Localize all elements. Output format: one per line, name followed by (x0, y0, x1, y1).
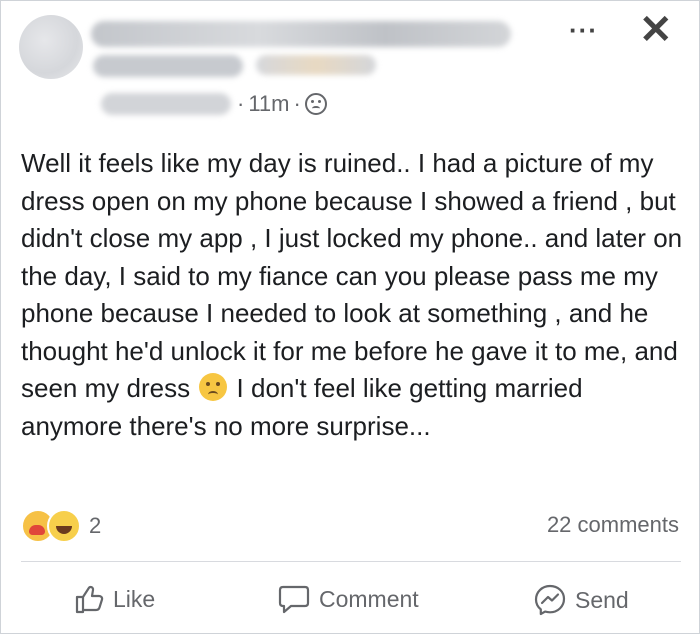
blurred-group-name (93, 55, 243, 77)
comment-label: Comment (319, 585, 419, 612)
reaction-count: 2 (89, 513, 102, 538)
send-label: Send (575, 586, 629, 613)
blurred-group-detail (256, 55, 376, 75)
more-options-button[interactable]: ··· (569, 15, 598, 46)
blurred-author-name (91, 21, 511, 47)
sad-relieved-face-icon (199, 373, 228, 401)
send-button[interactable]: Send (533, 583, 629, 617)
meta-separator: · (293, 91, 301, 116)
post-meta: · 11m · (237, 91, 327, 117)
audience-icon[interactable] (304, 93, 327, 115)
avatar[interactable] (19, 15, 83, 79)
meta-separator: · (237, 91, 245, 116)
post-timestamp[interactable]: 11m (248, 91, 289, 117)
divider (21, 561, 681, 562)
like-label: Like (113, 585, 156, 612)
post-text: Well it feels like my day is ruined.. I … (21, 145, 685, 445)
blurred-poster-name (101, 93, 231, 115)
like-button[interactable]: Like (73, 583, 155, 615)
thumbs-up-icon (73, 583, 105, 615)
haha-reaction-icon (47, 509, 81, 543)
post-text-part-1: Well it feels like my day is ruined.. I … (21, 148, 683, 403)
comments-count-link[interactable]: 22 comments (547, 512, 679, 538)
close-button[interactable]: ✕ (639, 7, 673, 53)
comment-button[interactable]: Comment (277, 583, 419, 615)
reactions-summary[interactable]: 2 (21, 509, 101, 543)
comment-bubble-icon (277, 583, 311, 615)
post-card: · 11m · ··· ✕ Well it feels like my day … (0, 0, 700, 634)
messenger-icon (533, 583, 567, 617)
